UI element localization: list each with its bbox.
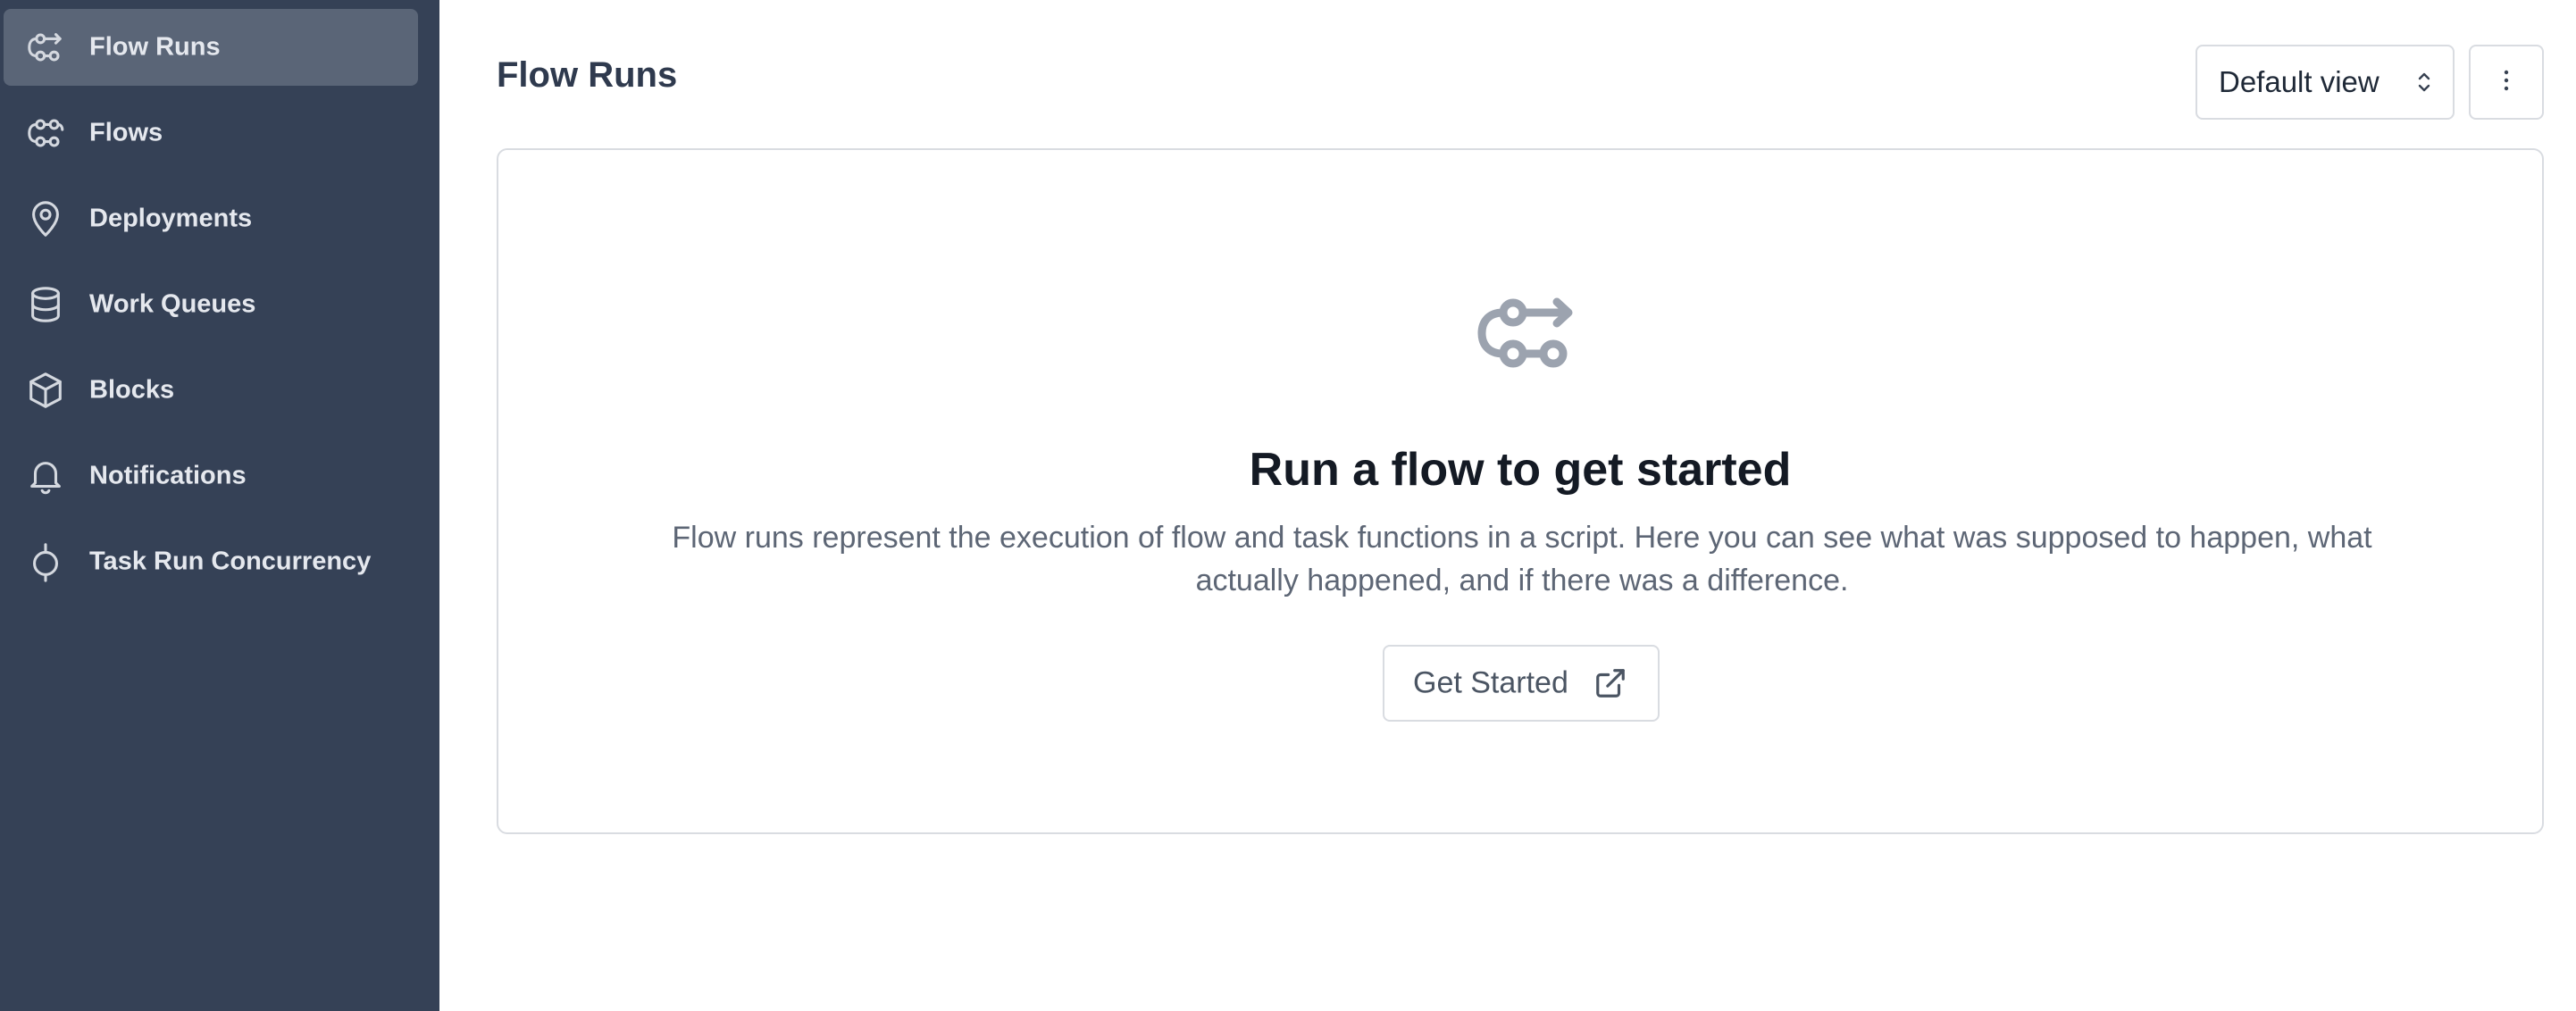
sidebar-item-notifications[interactable]: Notifications — [4, 438, 418, 514]
get-started-button[interactable]: Get Started — [1383, 645, 1660, 722]
empty-state-title: Run a flow to get started — [1249, 444, 1792, 496]
app-root: Flow Runs Flows Deployments Work Queues … — [0, 0, 2576, 1011]
sidebar-item-label: Deployments — [89, 204, 253, 233]
concurrency-icon — [25, 541, 66, 582]
sidebar-item-label: Blocks — [89, 375, 175, 405]
page-title: Flow Runs — [497, 55, 678, 95]
view-select[interactable]: Default view — [2195, 45, 2455, 120]
flow-runs-icon — [1475, 288, 1577, 377]
sidebar-item-flows[interactable]: Flows — [4, 95, 418, 171]
sidebar-item-label: Work Queues — [89, 289, 256, 319]
more-options-button[interactable] — [2469, 45, 2544, 120]
database-icon — [25, 284, 66, 325]
sidebar-item-task-run-concurrency[interactable]: Task Run Concurrency — [4, 523, 418, 600]
sidebar-item-work-queues[interactable]: Work Queues — [4, 266, 418, 343]
sidebar: Flow Runs Flows Deployments Work Queues … — [0, 0, 439, 1011]
sidebar-item-label: Flow Runs — [89, 32, 221, 62]
vertical-dots-icon — [2502, 67, 2511, 98]
flow-runs-icon — [25, 27, 66, 68]
sidebar-item-label: Task Run Concurrency — [89, 547, 372, 576]
sidebar-item-label: Notifications — [89, 461, 247, 490]
sidebar-item-blocks[interactable]: Blocks — [4, 352, 418, 429]
cube-icon — [25, 370, 66, 411]
flows-icon — [25, 113, 66, 154]
bell-icon — [25, 455, 66, 497]
view-select-value: Default view — [2219, 65, 2379, 98]
sidebar-item-flow-runs[interactable]: Flow Runs — [4, 9, 418, 86]
sidebar-item-deployments[interactable]: Deployments — [4, 180, 418, 257]
chevron-up-down-icon — [2412, 67, 2437, 97]
sidebar-item-label: Flows — [89, 118, 163, 147]
get-started-label: Get Started — [1413, 665, 1568, 700]
empty-state-description: Flow runs represent the execution of flo… — [672, 521, 2372, 597]
map-pin-icon — [25, 198, 66, 239]
empty-state-card: Run a flow to get started Flow runs repr… — [497, 148, 2544, 834]
external-link-icon — [1593, 666, 1627, 700]
